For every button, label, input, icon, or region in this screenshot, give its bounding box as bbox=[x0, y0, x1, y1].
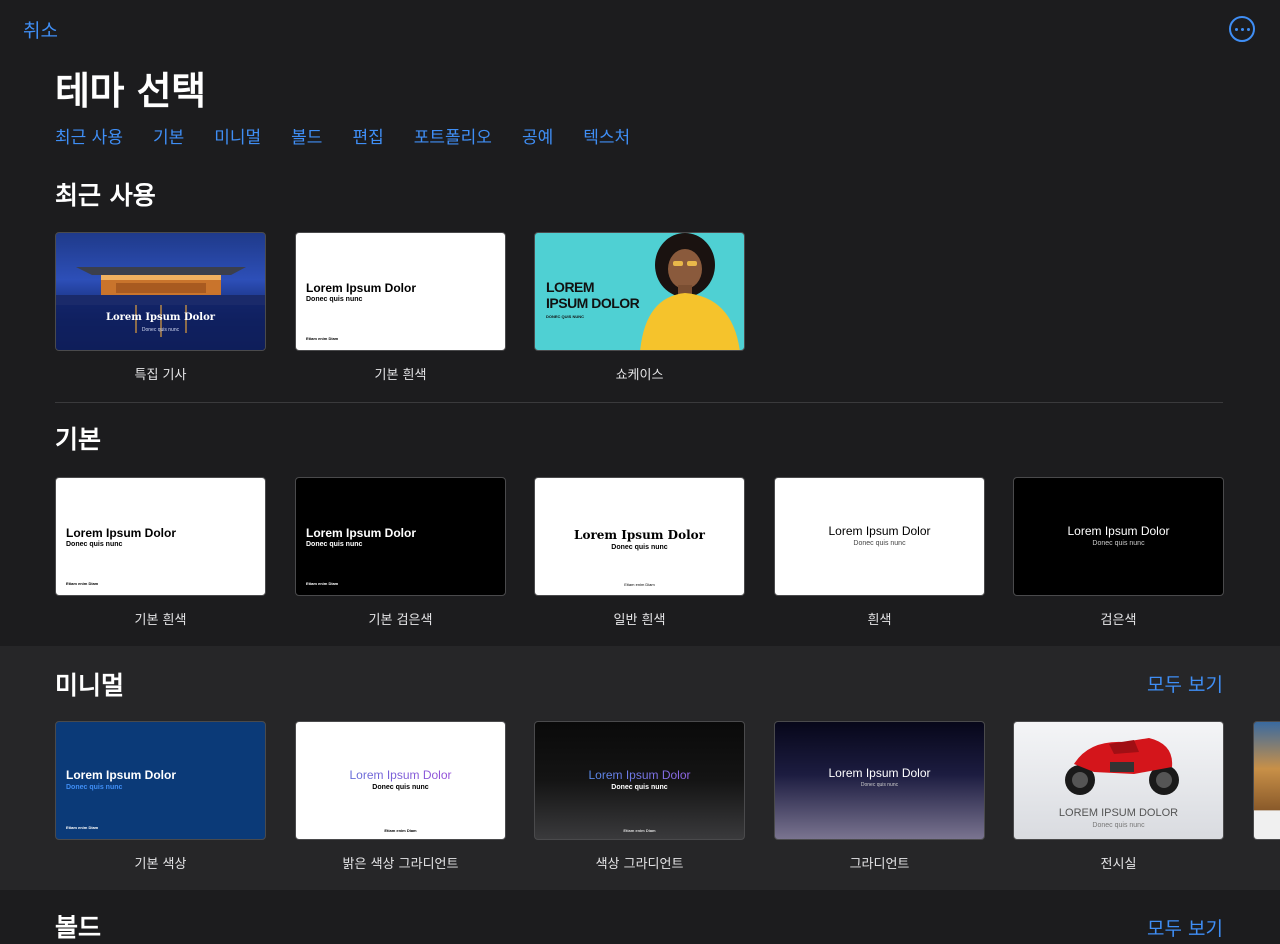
theme-thumbnail: Lorem Ipsum Dolor Donec quis nunc bbox=[774, 721, 985, 840]
theme-label: 흰색 bbox=[867, 613, 892, 628]
nav-portfolio[interactable]: 포트폴리오 bbox=[414, 123, 492, 148]
minimal-section: 미니멀 모두 보기 Lorem Ipsum Dolor Donec quis n… bbox=[0, 646, 1280, 890]
theme-thumbnail: Lorem Ipsum Dolor Donec quis nunc Etiam … bbox=[295, 232, 506, 351]
theme-label: 쇼케이스 bbox=[615, 368, 664, 383]
page-title: 테마 선택 bbox=[55, 69, 206, 113]
theme-label: 기본 검은색 bbox=[368, 613, 433, 628]
theme-card-partial[interactable] bbox=[1253, 721, 1280, 840]
theme-thumbnail: Lorem Ipsum Dolor Donec quis nunc bbox=[774, 477, 985, 596]
theme-thumbnail: Lorem Ipsum Dolor Donec quis nunc Etiam … bbox=[55, 721, 266, 840]
theme-card-basic-black[interactable]: Lorem Ipsum Dolor Donec quis nunc Etiam … bbox=[295, 477, 506, 628]
theme-label: 기본 흰색 bbox=[374, 368, 427, 383]
theme-thumbnail: Lorem Ipsum Dolor Donec quis nunc Etiam … bbox=[534, 477, 745, 596]
theme-card-basic-white[interactable]: Lorem Ipsum Dolor Donec quis nunc Etiam … bbox=[55, 477, 266, 628]
theme-label: 기본 흰색 bbox=[134, 613, 187, 628]
theme-label: 특집 기사 bbox=[134, 368, 187, 383]
theme-card-feature-story[interactable]: Lorem Ipsum Dolor Donec quis nunc 특집 기사 bbox=[55, 232, 266, 383]
theme-label: 그라디언트 bbox=[849, 857, 910, 872]
nav-recent[interactable]: 최근 사용 bbox=[55, 123, 123, 148]
theme-card-black[interactable]: Lorem Ipsum Dolor Donec quis nunc 검은색 bbox=[1013, 477, 1224, 628]
theme-card-basic-color[interactable]: Lorem Ipsum Dolor Donec quis nunc Etiam … bbox=[55, 721, 266, 872]
section-title-basic: 기본 bbox=[55, 425, 102, 454]
theme-label: 일반 흰색 bbox=[613, 613, 666, 628]
category-nav: 최근 사용 기본 미니멀 볼드 편집 포트폴리오 공예 텍스처 bbox=[55, 123, 630, 148]
nav-basic[interactable]: 기본 bbox=[153, 123, 184, 148]
section-title-minimal: 미니멀 bbox=[55, 671, 125, 700]
theme-card-plain-white[interactable]: Lorem Ipsum Dolor Donec quis nunc Etiam … bbox=[534, 477, 745, 628]
theme-thumbnail bbox=[1253, 721, 1280, 840]
top-bar: 취소 bbox=[0, 0, 1280, 56]
theme-card-white[interactable]: Lorem Ipsum Dolor Donec quis nunc 흰색 bbox=[774, 477, 985, 628]
theme-thumbnail: Lorem Ipsum Dolor Donec quis nunc Etiam … bbox=[295, 477, 506, 596]
theme-label: 밝은 색상 그라디언트 bbox=[342, 857, 459, 872]
theme-thumbnail: Lorem Ipsum Dolor Donec quis nunc bbox=[1013, 477, 1224, 596]
theme-thumbnail: Lorem Ipsum Dolor Donec quis nunc Etiam … bbox=[295, 721, 506, 840]
nav-editorial[interactable]: 편집 bbox=[352, 123, 383, 148]
section-title-recent: 최근 사용 bbox=[55, 181, 156, 210]
theme-card-bright-gradient[interactable]: Lorem Ipsum Dolor Donec quis nunc Etiam … bbox=[295, 721, 506, 872]
theme-label: 전시실 bbox=[1100, 857, 1137, 872]
theme-thumbnail: Lorem Ipsum Dolor Donec quis nunc Etiam … bbox=[534, 721, 745, 840]
cancel-button[interactable]: 취소 bbox=[23, 16, 58, 43]
theme-card-basic-white-recent[interactable]: Lorem Ipsum Dolor Donec quis nunc Etiam … bbox=[295, 232, 506, 383]
nav-craft[interactable]: 공예 bbox=[522, 123, 553, 148]
opera-house-image bbox=[56, 267, 265, 350]
theme-card-gradient[interactable]: Lorem Ipsum Dolor Donec quis nunc 그라디언트 bbox=[774, 721, 985, 872]
section-title-bold: 볼드 bbox=[55, 913, 102, 942]
nav-minimal[interactable]: 미니멀 bbox=[214, 123, 261, 148]
theme-label: 색상 그라디언트 bbox=[595, 857, 684, 872]
theme-label: 검은색 bbox=[1100, 613, 1137, 628]
theme-label: 기본 색상 bbox=[134, 857, 187, 872]
theme-thumbnail: Lorem Ipsum Dolor Donec quis nunc Etiam … bbox=[55, 477, 266, 596]
bold-section: 볼드 모두 보기 bbox=[0, 890, 1280, 942]
theme-thumbnail: LOREM IPSUM DOLOR DONEC QUIS NUNC bbox=[534, 232, 745, 351]
more-options-icon[interactable] bbox=[1229, 16, 1255, 42]
theme-card-color-gradient[interactable]: Lorem Ipsum Dolor Donec quis nunc Etiam … bbox=[534, 721, 745, 872]
see-all-minimal-button[interactable]: 모두 보기 bbox=[1147, 670, 1223, 697]
theme-thumbnail: LOREM IPSUM DOLOR Donec quis nunc bbox=[1013, 721, 1224, 840]
nav-bold[interactable]: 볼드 bbox=[291, 123, 322, 148]
theme-card-showroom[interactable]: LOREM IPSUM DOLOR Donec quis nunc 전시실 bbox=[1013, 721, 1224, 872]
theme-thumbnail: Lorem Ipsum Dolor Donec quis nunc bbox=[55, 232, 266, 351]
theme-card-showcase[interactable]: LOREM IPSUM DOLOR DONEC QUIS NUNC 쇼케이스 bbox=[534, 232, 745, 383]
nav-texture[interactable]: 텍스처 bbox=[583, 123, 630, 148]
section-divider bbox=[55, 402, 1223, 403]
